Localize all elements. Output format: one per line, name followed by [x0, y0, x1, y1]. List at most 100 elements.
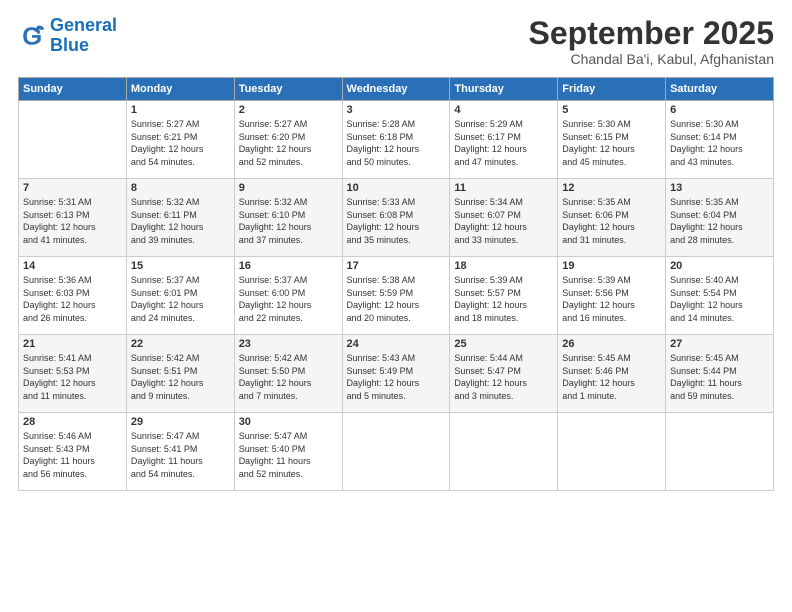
day-number: 16 [239, 260, 338, 272]
calendar-cell [19, 101, 127, 179]
day-number: 8 [131, 182, 230, 194]
cell-info: Sunrise: 5:44 AM Sunset: 5:47 PM Dayligh… [454, 352, 553, 402]
day-number: 20 [670, 260, 769, 272]
calendar-cell: 25Sunrise: 5:44 AM Sunset: 5:47 PM Dayli… [450, 335, 558, 413]
cell-info: Sunrise: 5:43 AM Sunset: 5:49 PM Dayligh… [347, 352, 446, 402]
day-number: 23 [239, 338, 338, 350]
calendar-cell [558, 413, 666, 491]
day-number: 21 [23, 338, 122, 350]
cell-info: Sunrise: 5:45 AM Sunset: 5:46 PM Dayligh… [562, 352, 661, 402]
month-title: September 2025 [529, 16, 774, 51]
day-number: 22 [131, 338, 230, 350]
cell-info: Sunrise: 5:47 AM Sunset: 5:41 PM Dayligh… [131, 430, 230, 480]
header-row: SundayMondayTuesdayWednesdayThursdayFrid… [19, 78, 774, 101]
day-number: 26 [562, 338, 661, 350]
cell-info: Sunrise: 5:37 AM Sunset: 6:01 PM Dayligh… [131, 274, 230, 324]
day-number: 4 [454, 104, 553, 116]
header-cell-sunday: Sunday [19, 78, 127, 101]
cell-info: Sunrise: 5:47 AM Sunset: 5:40 PM Dayligh… [239, 430, 338, 480]
header-cell-saturday: Saturday [666, 78, 774, 101]
week-row-2: 7 Sunrise: 5:31 AM Sunset: 6:13 PM Daylig… [19, 179, 774, 257]
day-number: 18 [454, 260, 553, 272]
calendar-cell: 18 Sunrise: 5:39 AM Sunset: 5:57 PM Dayli… [450, 257, 558, 335]
calendar-cell: 21Sunrise: 5:41 AM Sunset: 5:53 PM Dayli… [19, 335, 127, 413]
day-number: 29 [131, 416, 230, 428]
header-cell-friday: Friday [558, 78, 666, 101]
calendar-cell: 22 Sunrise: 5:42 AM Sunset: 5:51 PM Dayli… [126, 335, 234, 413]
header-cell-monday: Monday [126, 78, 234, 101]
day-number: 2 [239, 104, 338, 116]
calendar-cell: 3 Sunrise: 5:28 AM Sunset: 6:18 PM Daylig… [342, 101, 450, 179]
cell-info: Sunrise: 5:30 AM Sunset: 6:14 PM Dayligh… [670, 118, 769, 168]
calendar-cell: 13 Sunrise: 5:35 AM Sunset: 6:04 PM Dayli… [666, 179, 774, 257]
day-number: 13 [670, 182, 769, 194]
day-number: 15 [131, 260, 230, 272]
week-row-3: 14Sunrise: 5:36 AM Sunset: 6:03 PM Dayli… [19, 257, 774, 335]
calendar-cell: 14Sunrise: 5:36 AM Sunset: 6:03 PM Dayli… [19, 257, 127, 335]
day-number: 24 [347, 338, 446, 350]
calendar-cell: 7 Sunrise: 5:31 AM Sunset: 6:13 PM Daylig… [19, 179, 127, 257]
day-number: 30 [239, 416, 338, 428]
calendar-cell: 26 Sunrise: 5:45 AM Sunset: 5:46 PM Dayli… [558, 335, 666, 413]
cell-info: Sunrise: 5:40 AM Sunset: 5:54 PM Dayligh… [670, 274, 769, 324]
week-row-5: 28Sunrise: 5:46 AM Sunset: 5:43 PM Dayli… [19, 413, 774, 491]
cell-info: Sunrise: 5:34 AM Sunset: 6:07 PM Dayligh… [454, 196, 553, 246]
cell-info: Sunrise: 5:31 AM Sunset: 6:13 PM Dayligh… [23, 196, 122, 246]
cell-info: Sunrise: 5:29 AM Sunset: 6:17 PM Dayligh… [454, 118, 553, 168]
day-number: 10 [347, 182, 446, 194]
header-cell-wednesday: Wednesday [342, 78, 450, 101]
calendar-cell [450, 413, 558, 491]
calendar-cell: 5 Sunrise: 5:30 AM Sunset: 6:15 PM Daylig… [558, 101, 666, 179]
calendar-cell: 6Sunrise: 5:30 AM Sunset: 6:14 PM Daylig… [666, 101, 774, 179]
logo: General Blue [18, 16, 117, 56]
header-cell-thursday: Thursday [450, 78, 558, 101]
day-number: 9 [239, 182, 338, 194]
cell-info: Sunrise: 5:27 AM Sunset: 6:21 PM Dayligh… [131, 118, 230, 168]
calendar-cell: 24 Sunrise: 5:43 AM Sunset: 5:49 PM Dayli… [342, 335, 450, 413]
day-number: 28 [23, 416, 122, 428]
day-number: 27 [670, 338, 769, 350]
calendar-cell: 28Sunrise: 5:46 AM Sunset: 5:43 PM Dayli… [19, 413, 127, 491]
calendar-cell: 16 Sunrise: 5:37 AM Sunset: 6:00 PM Dayli… [234, 257, 342, 335]
day-number: 12 [562, 182, 661, 194]
cell-info: Sunrise: 5:38 AM Sunset: 5:59 PM Dayligh… [347, 274, 446, 324]
cell-info: Sunrise: 5:35 AM Sunset: 6:04 PM Dayligh… [670, 196, 769, 246]
page: General Blue September 2025 Chandal Ba'i… [0, 0, 792, 612]
day-number: 19 [562, 260, 661, 272]
day-number: 5 [562, 104, 661, 116]
cell-info: Sunrise: 5:45 AM Sunset: 5:44 PM Dayligh… [670, 352, 769, 402]
cell-info: Sunrise: 5:27 AM Sunset: 6:20 PM Dayligh… [239, 118, 338, 168]
cell-info: Sunrise: 5:30 AM Sunset: 6:15 PM Dayligh… [562, 118, 661, 168]
cell-info: Sunrise: 5:39 AM Sunset: 5:56 PM Dayligh… [562, 274, 661, 324]
calendar-table: SundayMondayTuesdayWednesdayThursdayFrid… [18, 77, 774, 491]
calendar-cell: 9 Sunrise: 5:32 AM Sunset: 6:10 PM Daylig… [234, 179, 342, 257]
calendar-cell [342, 413, 450, 491]
cell-info: Sunrise: 5:35 AM Sunset: 6:06 PM Dayligh… [562, 196, 661, 246]
cell-info: Sunrise: 5:39 AM Sunset: 5:57 PM Dayligh… [454, 274, 553, 324]
calendar-cell: 20 Sunrise: 5:40 AM Sunset: 5:54 PM Dayli… [666, 257, 774, 335]
calendar-cell: 27 Sunrise: 5:45 AM Sunset: 5:44 PM Dayli… [666, 335, 774, 413]
cell-info: Sunrise: 5:37 AM Sunset: 6:00 PM Dayligh… [239, 274, 338, 324]
day-number: 7 [23, 182, 122, 194]
day-number: 14 [23, 260, 122, 272]
calendar-cell: 2 Sunrise: 5:27 AM Sunset: 6:20 PM Daylig… [234, 101, 342, 179]
title-block: September 2025 Chandal Ba'i, Kabul, Afgh… [529, 16, 774, 67]
calendar-cell [666, 413, 774, 491]
cell-info: Sunrise: 5:42 AM Sunset: 5:51 PM Dayligh… [131, 352, 230, 402]
logo-text: General Blue [50, 16, 117, 56]
day-number: 11 [454, 182, 553, 194]
cell-info: Sunrise: 5:32 AM Sunset: 6:10 PM Dayligh… [239, 196, 338, 246]
calendar-cell: 12 Sunrise: 5:35 AM Sunset: 6:06 PM Dayli… [558, 179, 666, 257]
logo-icon [18, 22, 46, 50]
calendar-cell: 8Sunrise: 5:32 AM Sunset: 6:11 PM Daylig… [126, 179, 234, 257]
day-number: 3 [347, 104, 446, 116]
calendar-cell: 19 Sunrise: 5:39 AM Sunset: 5:56 PM Dayli… [558, 257, 666, 335]
subtitle: Chandal Ba'i, Kabul, Afghanistan [529, 51, 774, 67]
header: General Blue September 2025 Chandal Ba'i… [18, 16, 774, 67]
day-number: 17 [347, 260, 446, 272]
week-row-1: 1Sunrise: 5:27 AM Sunset: 6:21 PM Daylig… [19, 101, 774, 179]
header-cell-tuesday: Tuesday [234, 78, 342, 101]
cell-info: Sunrise: 5:28 AM Sunset: 6:18 PM Dayligh… [347, 118, 446, 168]
calendar-cell: 17 Sunrise: 5:38 AM Sunset: 5:59 PM Dayli… [342, 257, 450, 335]
calendar-cell: 15 Sunrise: 5:37 AM Sunset: 6:01 PM Dayli… [126, 257, 234, 335]
